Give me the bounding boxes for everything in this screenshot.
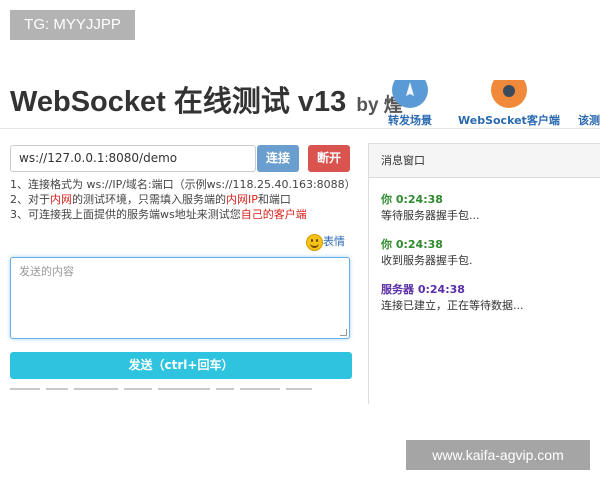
message-sender: 你 0:24:38 [381, 193, 443, 206]
client-icon [490, 80, 528, 110]
tip-1-text: 1、连接格式为 ws://IP/域名:端口（示例ws://118.25.40.1… [10, 178, 356, 191]
message-panel-title: 消息窗口 [369, 144, 600, 178]
tip-2-text-b: 的测试环境，只需填入服务端的 [72, 193, 226, 206]
tip-2-highlight-intranet-ip: 内网IP [226, 193, 258, 206]
message-text: 收到服务器握手包. [381, 254, 473, 267]
emoji-button[interactable]: 表情 [306, 233, 345, 251]
message-item: 你 0:24:38 等待服务器握手包... [381, 192, 600, 224]
tip-2-text-c: 和端口 [257, 193, 291, 206]
tip-2-highlight-intranet: 内网 [50, 193, 72, 206]
rocket-icon [391, 80, 429, 110]
tip-line-2: 2、对于内网的测试环境，只需填入服务端的内网IP和端口 [10, 192, 360, 207]
disconnect-button[interactable]: 断开 [308, 145, 350, 172]
send-button[interactable]: 发送（ctrl+回车） [10, 352, 352, 379]
watermark-top: TG: MYYJJPP [10, 10, 135, 40]
tip-2-text-a: 2、对于 [10, 193, 50, 206]
page-header: WebSocket 在线测试 v13 by 煌 转发场景 WebSocket客户… [0, 58, 600, 128]
websocket-url-input[interactable]: ws://127.0.0.1:8080/demo [10, 145, 256, 172]
nav-item-websocket-client[interactable]: WebSocket客户端 [458, 80, 560, 128]
cut-off-text-row [10, 388, 360, 393]
message-panel: 消息窗口 你 0:24:38 等待服务器握手包... 你 0:24:38 收到服… [368, 143, 600, 404]
header-divider [0, 128, 600, 129]
page-root: WebSocket 在线测试 v13 by 煌 转发场景 WebSocket客户… [0, 0, 600, 480]
tip-3-text: 3、可连接我上面提供的服务端ws地址来测试您 [10, 208, 241, 221]
message-text: 连接已建立，正在等待数据... [381, 299, 524, 312]
nav-label-test: 该测 [578, 114, 600, 127]
message-item: 你 0:24:38 收到服务器握手包. [381, 237, 600, 269]
nav-label-websocket-client: WebSocket客户端 [458, 114, 560, 127]
tip-line-3: 3、可连接我上面提供的服务端ws地址来测试您自己的客户端 [10, 207, 360, 222]
watermark-bottom: www.kaifa-agvip.com [406, 440, 590, 470]
message-text: 等待服务器握手包... [381, 209, 480, 222]
smiley-icon [306, 233, 323, 251]
message-sender: 你 0:24:38 [381, 238, 443, 251]
message-sender: 服务器 0:24:38 [381, 283, 465, 296]
nav-label-forward-scene: 转发场景 [388, 114, 432, 127]
message-placeholder: 发送的内容 [19, 265, 74, 278]
message-list: 你 0:24:38 等待服务器握手包... 你 0:24:38 收到服务器握手包… [369, 178, 600, 314]
message-item: 服务器 0:24:38 连接已建立，正在等待数据... [381, 282, 600, 314]
tip-3-highlight-client: 自己的客户端 [240, 208, 307, 221]
tip-line-1: 1、连接格式为 ws://IP/域名:端口（示例ws://118.25.40.1… [10, 177, 360, 192]
resize-handle-icon[interactable] [340, 329, 347, 336]
connect-button[interactable]: 连接 [257, 145, 299, 172]
message-textarea[interactable]: 发送的内容 [10, 257, 350, 339]
usage-tips: 1、连接格式为 ws://IP/域名:端口（示例ws://118.25.40.1… [10, 177, 360, 222]
emoji-label: 表情 [323, 235, 345, 248]
page-title-text: WebSocket 在线测试 v13 [10, 86, 347, 118]
page-title: WebSocket 在线测试 v13 by 煌 [10, 78, 403, 120]
nav-item-forward-scene[interactable]: 转发场景 [388, 80, 432, 128]
nav-item-test[interactable]: 该测 [578, 112, 600, 128]
